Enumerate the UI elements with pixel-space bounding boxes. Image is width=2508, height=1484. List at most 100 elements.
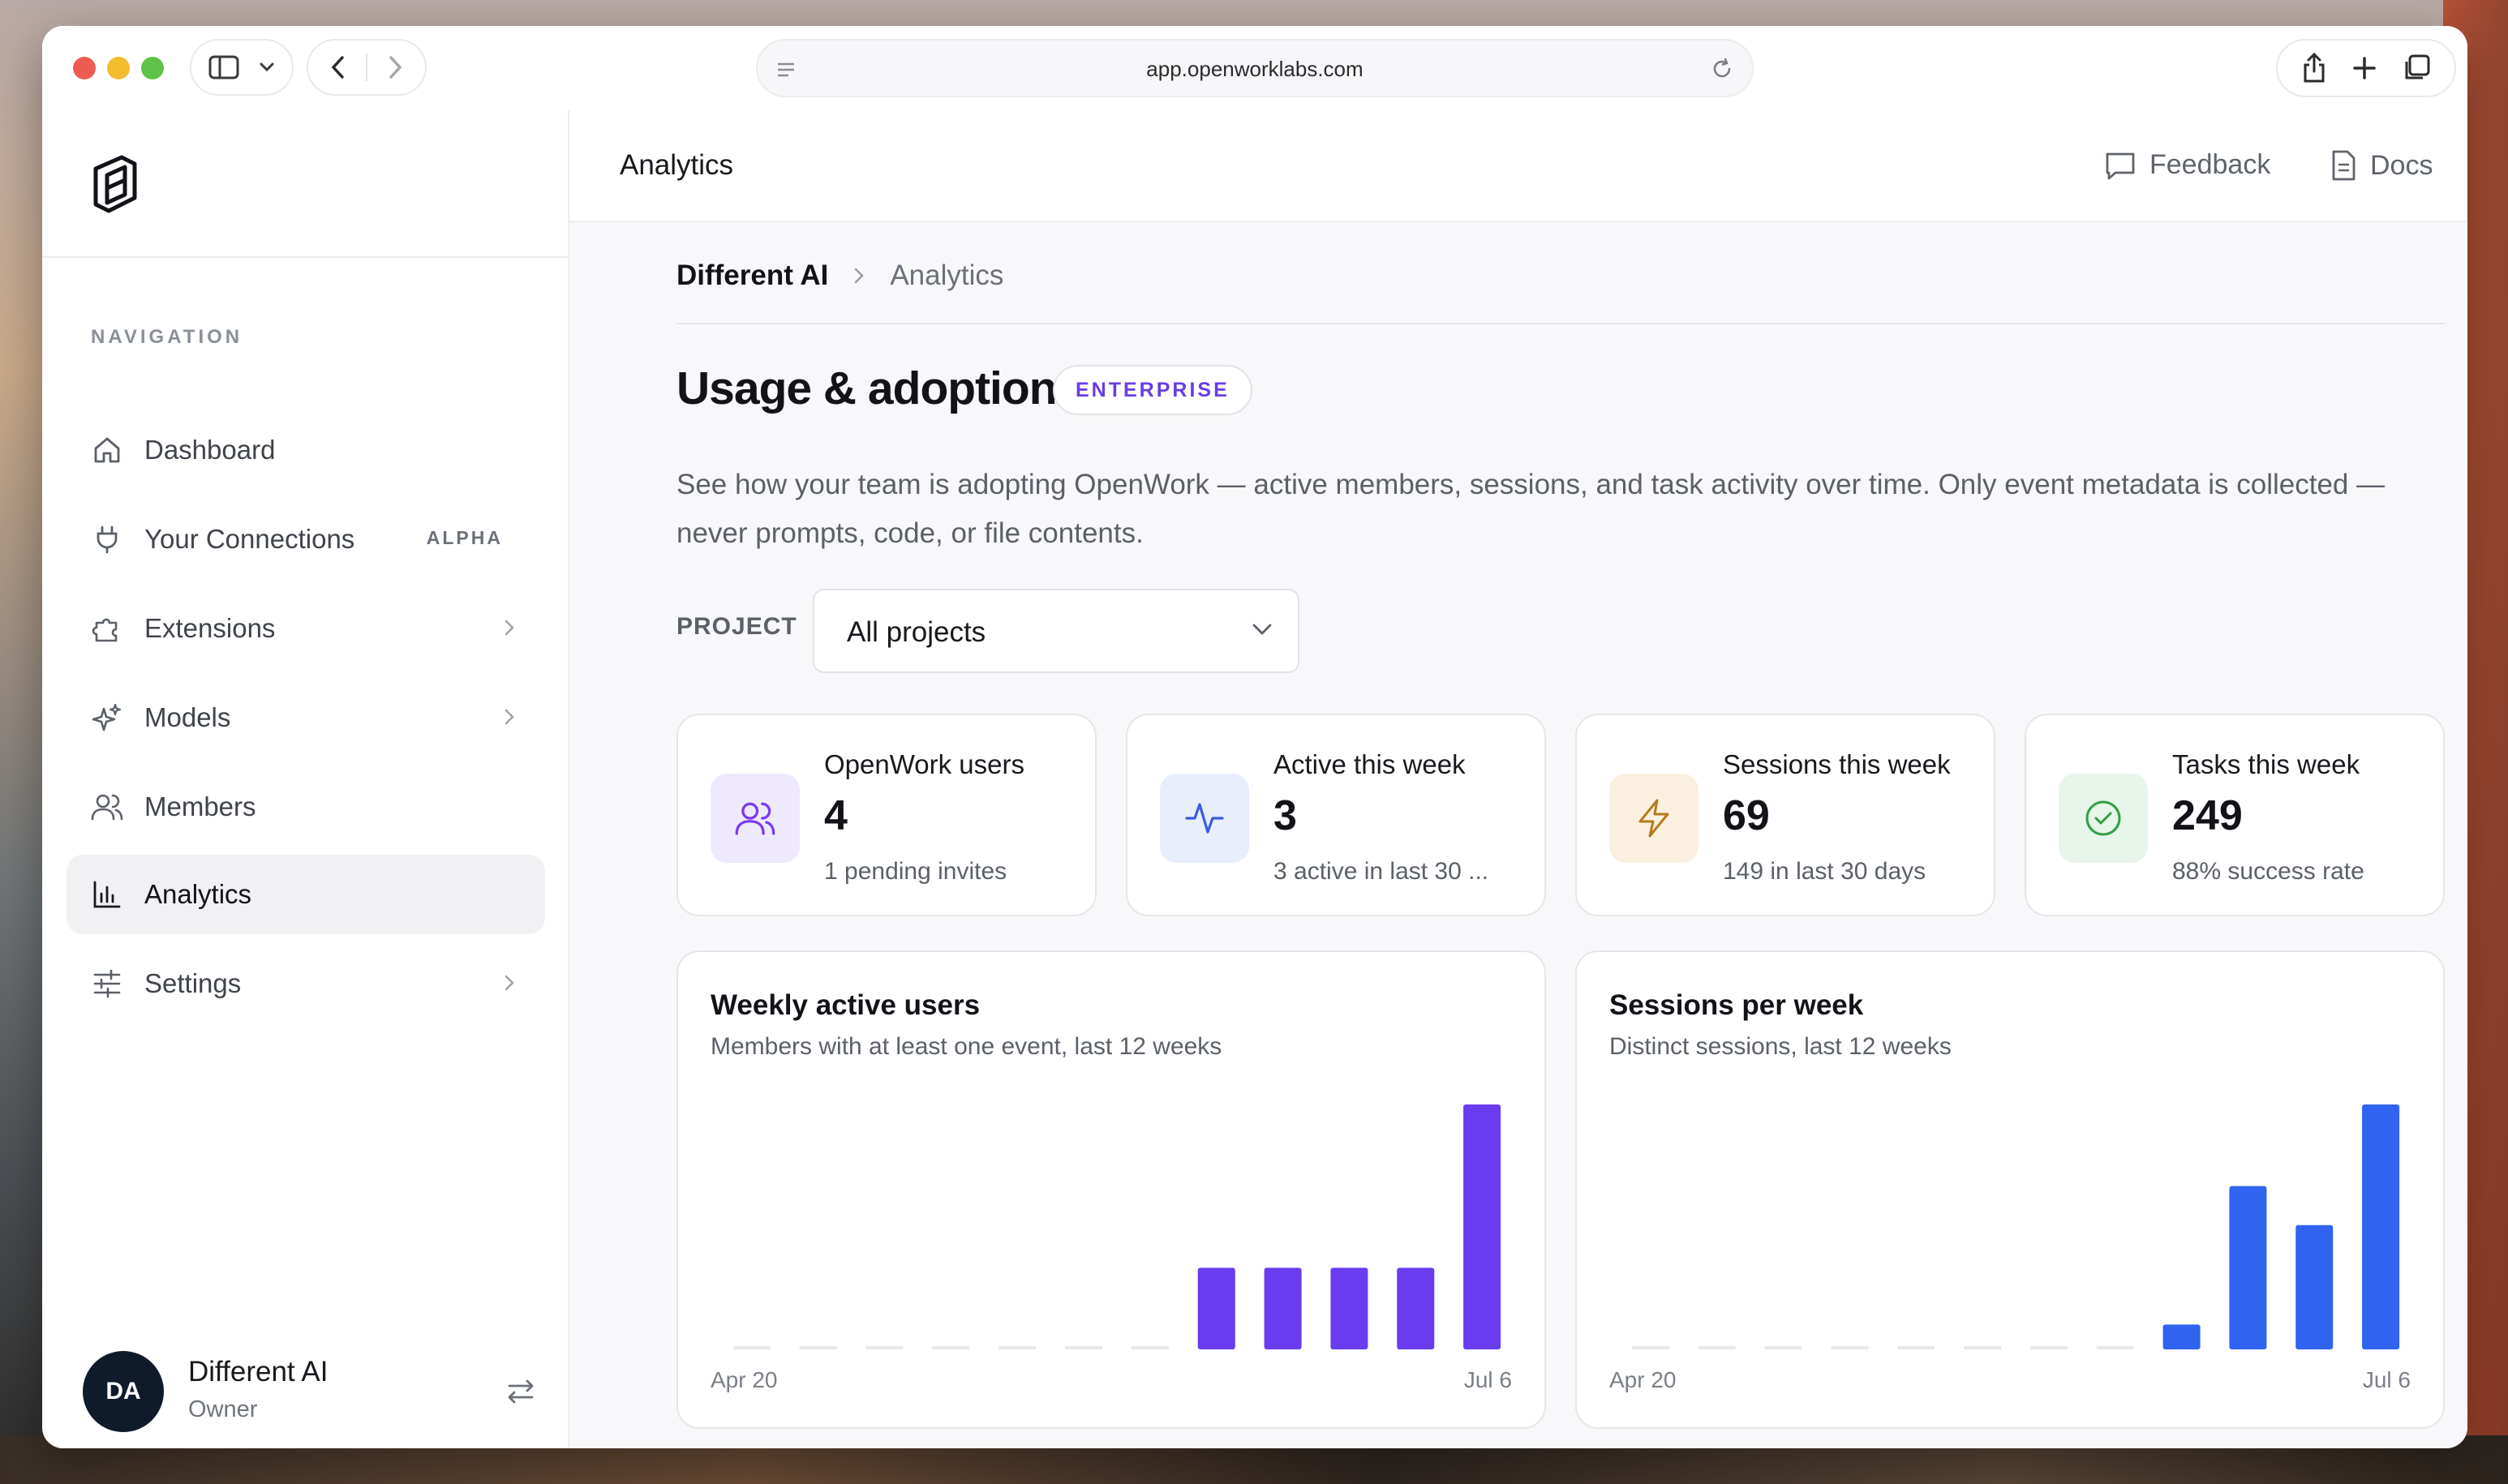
chevron-down-icon	[1252, 624, 1272, 635]
chart-bar-empty	[1698, 1346, 1736, 1349]
sidebar-item-settings[interactable]: Settings	[67, 944, 545, 1023]
forward-icon[interactable]	[387, 55, 403, 79]
chart-bar[interactable]	[2162, 1324, 2201, 1349]
avatar: DA	[83, 1351, 164, 1432]
sliders-icon	[89, 966, 125, 1001]
sidebar-item-label: Extensions	[144, 613, 276, 643]
chevron-right-icon	[855, 268, 865, 284]
chart-bar-empty	[799, 1346, 837, 1349]
reload-icon[interactable]	[1710, 57, 1734, 81]
sidebar-item-label: Members	[144, 791, 256, 821]
user-account[interactable]: DA Different AI Owner	[83, 1351, 537, 1432]
stat-title: OpenWork users	[824, 749, 1024, 779]
puzzle-icon	[89, 611, 125, 646]
chart-bar-empty	[2096, 1346, 2134, 1349]
chart-subtitle: Members with at least one event, last 12…	[711, 1033, 1222, 1060]
breadcrumb-page: Analytics	[890, 259, 1004, 291]
chevron-down-icon	[260, 62, 274, 72]
close-window-button[interactable]	[73, 57, 96, 79]
stat-title: Tasks this week	[2172, 749, 2360, 779]
page-description: See how your team is adopting OpenWork —…	[676, 469, 2386, 549]
chart-bar-empty	[1764, 1346, 1802, 1349]
document-icon	[2332, 150, 2356, 181]
breadcrumb: Different AI Analytics	[676, 259, 1003, 292]
address-bar[interactable]: app.openworklabs.com	[756, 39, 1754, 97]
stat-value: 69	[1723, 792, 1770, 839]
chart-bar-empty	[2029, 1346, 2068, 1349]
sidebar-item-label: Dashboard	[144, 435, 276, 465]
sidebar-divider	[42, 256, 569, 258]
message-icon	[2106, 152, 2135, 179]
zoom-window-button[interactable]	[141, 57, 164, 79]
chart-bar-empty	[1131, 1346, 1169, 1349]
chart-title: Sessions per week	[1609, 989, 1864, 1021]
project-select[interactable]: All projects	[813, 589, 1299, 673]
chart-bar[interactable]	[1463, 1104, 1501, 1349]
chart-bar-empty	[1897, 1346, 1935, 1349]
lightning-icon	[1609, 774, 1698, 863]
feedback-label: Feedback	[2149, 149, 2271, 180]
home-icon	[89, 432, 125, 468]
sidebar-item-label: Settings	[144, 968, 242, 998]
divider	[676, 323, 2445, 324]
openwork-logo-icon[interactable]	[86, 152, 143, 217]
chart-bar[interactable]	[2362, 1104, 2400, 1349]
share-icon[interactable]	[2301, 52, 2327, 84]
x-axis-end-label: Jul 6	[2362, 1367, 2411, 1392]
activity-icon	[1160, 774, 1249, 863]
sidebar-item-label: Your Connections	[144, 524, 355, 554]
breadcrumb-org[interactable]: Different AI	[676, 259, 828, 292]
sidebar-icon	[208, 55, 239, 79]
back-icon[interactable]	[330, 55, 346, 79]
stat-card-active: Active this week 3 3 active in last 30 .…	[1126, 714, 1546, 916]
sidebar-item-extensions[interactable]: Extensions	[67, 589, 545, 668]
tab-overview-icon[interactable]	[2402, 54, 2431, 83]
chart-bar-empty	[1964, 1346, 2002, 1349]
minimize-window-button[interactable]	[107, 57, 130, 79]
project-label: PROJECT	[676, 613, 797, 640]
stat-value: 3	[1273, 792, 1297, 839]
feedback-link[interactable]: Feedback	[2104, 149, 2270, 181]
chart-bar[interactable]	[1330, 1267, 1368, 1349]
page-title: Usage & adoption	[676, 362, 1058, 414]
docs-link[interactable]: Docs	[2330, 149, 2433, 182]
sparkles-icon	[89, 700, 125, 736]
chart-bar-empty	[932, 1346, 970, 1349]
chart-bar[interactable]	[2229, 1186, 2267, 1349]
weekly-active-users-chart	[732, 1104, 1501, 1349]
stat-card-sessions: Sessions this week 69 149 in last 30 day…	[1575, 714, 1995, 916]
bar-chart-icon	[89, 877, 125, 912]
sidebar-item-label: Models	[144, 702, 231, 732]
chevron-right-icon	[505, 620, 514, 636]
nav-heading: NAVIGATION	[91, 326, 243, 348]
top-header: Analytics Feedback Docs	[569, 110, 2467, 222]
plug-icon	[89, 521, 125, 557]
chart-bar-empty	[1631, 1346, 1669, 1349]
chart-bar[interactable]	[2295, 1225, 2334, 1349]
sessions-per-week-card: Sessions per week Distinct sessions, las…	[1575, 950, 2445, 1429]
chart-subtitle: Distinct sessions, last 12 weeks	[1609, 1033, 1952, 1060]
chart-bar[interactable]	[1264, 1267, 1302, 1349]
main-content: Analytics Feedback Docs Different AI Ana…	[569, 110, 2467, 1448]
sidebar-toggle-button[interactable]	[190, 39, 294, 96]
sidebar-item-dashboard[interactable]: Dashboard	[67, 410, 545, 490]
sidebar-item-connections[interactable]: Your Connections ALPHA	[67, 500, 545, 579]
chart-bar-empty	[732, 1346, 771, 1349]
new-tab-icon[interactable]	[2351, 55, 2377, 81]
sidebar-item-models[interactable]: Models	[67, 678, 545, 757]
stat-subtext: 149 in last 30 days	[1723, 858, 1926, 885]
docs-label: Docs	[2370, 149, 2433, 181]
users-icon	[711, 774, 800, 863]
chart-bar[interactable]	[1197, 1267, 1235, 1349]
chart-bar-empty	[998, 1346, 1037, 1349]
chart-bar[interactable]	[1397, 1267, 1435, 1349]
app-sidebar: NAVIGATION Dashboard Your Connections AL…	[42, 110, 569, 1448]
sidebar-item-members[interactable]: Members	[67, 767, 545, 847]
stat-subtext: 3 active in last 30 ...	[1273, 858, 1489, 885]
chart-bar-empty	[1065, 1346, 1103, 1349]
page-header-title: Analytics	[620, 149, 734, 181]
x-axis-start-label: Apr 20	[711, 1367, 778, 1392]
browser-actions	[2276, 39, 2456, 97]
switch-account-icon[interactable]	[505, 1375, 537, 1408]
sidebar-item-analytics[interactable]: Analytics	[67, 855, 545, 934]
